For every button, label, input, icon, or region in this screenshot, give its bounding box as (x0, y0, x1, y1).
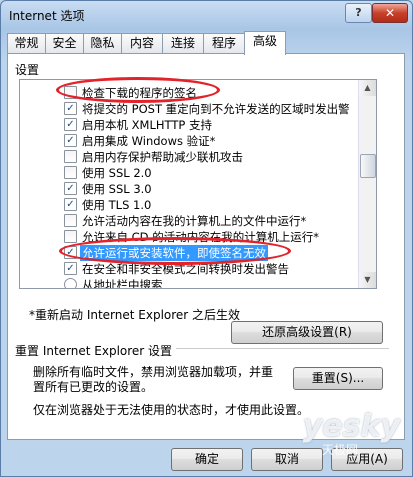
close-icon: ✕ (384, 6, 396, 20)
restore-advanced-button[interactable]: 还原高级设置(R) (231, 321, 383, 344)
list-item[interactable]: ✓ 启用本机 XMLHTTP 支持 (20, 116, 365, 132)
checkbox-checked[interactable]: ✓ (64, 198, 77, 211)
title-bar: Internet 选项 ? ✕ (1, 1, 412, 27)
reset-warning: 仅在浏览器处于无法使用的状态时，才使用此设置。 (33, 403, 310, 417)
scroll-thumb[interactable] (360, 154, 376, 178)
checkbox-checked[interactable]: ✓ (64, 262, 77, 275)
list-item-label: 将提交的 POST 重定向到不允许发送的区域时发出警 (82, 102, 350, 116)
cancel-button[interactable]: 取消 (251, 448, 323, 471)
ok-button[interactable]: 确定 (171, 448, 243, 471)
list-item[interactable]: 启用内存保护帮助减少联机攻击 (20, 148, 365, 164)
settings-label: 设置 (15, 63, 40, 77)
list-item[interactable]: ✓ 将提交的 POST 重定向到不允许发送的区域时发出警 (20, 100, 365, 116)
checkbox[interactable] (64, 230, 77, 243)
checkbox-checked[interactable]: ✓ (64, 118, 77, 131)
close-button[interactable]: ✕ (372, 3, 408, 23)
window-title: Internet 选项 (9, 9, 85, 23)
annotation-oval (56, 77, 220, 103)
list-item[interactable]: 允许活动内容在我的计算机上的文件中运行* (20, 212, 365, 228)
list-item-label: 从地址栏中搜索 (82, 278, 163, 289)
radio-button[interactable] (64, 278, 77, 288)
scroll-down-icon[interactable]: ▼ (359, 272, 376, 288)
list-item-label: 启用本机 XMLHTTP 支持 (82, 118, 212, 132)
list-item[interactable]: 使用 SSL 2.0 (20, 164, 365, 180)
reset-section-title: 重置 Internet Explorer 设置 (15, 342, 177, 359)
tab-security[interactable]: 安全 (45, 33, 84, 53)
list-item[interactable]: ✓ 使用 SSL 3.0 (20, 180, 365, 196)
reset-button[interactable]: 重置(S)... (293, 367, 383, 390)
list-item-label: 使用 TLS 1.0 (82, 198, 152, 212)
list-item[interactable]: 从地址栏中搜索 (20, 276, 365, 289)
checkbox-checked[interactable]: ✓ (64, 134, 77, 147)
list-item-label: 允许活动内容在我的计算机上的文件中运行* (82, 214, 307, 228)
checkbox[interactable] (64, 214, 77, 227)
scroll-up-icon[interactable]: ▲ (359, 80, 376, 96)
vertical-scrollbar[interactable]: ▲ ▼ (358, 80, 376, 288)
internet-options-dialog: Internet 选项 ? ✕ 常规 安全 隐私 内容 连接 程序 高级 设置 … (0, 0, 413, 477)
tab-advanced[interactable]: 高级 (244, 31, 286, 55)
list-item-label: 启用内存保护帮助减少联机攻击 (82, 150, 243, 164)
checkbox[interactable] (64, 166, 77, 179)
help-button[interactable]: ? (345, 3, 372, 23)
checkbox-checked[interactable]: ✓ (64, 182, 77, 195)
list-item-label: 使用 SSL 2.0 (82, 166, 152, 180)
checkbox[interactable] (64, 150, 77, 163)
list-item-label: 使用 SSL 3.0 (82, 182, 152, 196)
tab-content[interactable]: 内容 (121, 33, 163, 53)
tab-connections[interactable]: 连接 (162, 33, 204, 53)
annotation-oval (59, 237, 291, 265)
reset-description: 删除所有临时文件，禁用浏览器加载项，并重置所有已更改的设置。 (33, 365, 274, 394)
list-item[interactable]: ✓ 启用集成 Windows 验证* (20, 132, 365, 148)
tab-privacy[interactable]: 隐私 (83, 33, 122, 53)
list-item-label: 启用集成 Windows 验证* (82, 134, 216, 148)
tab-programs[interactable]: 程序 (203, 33, 245, 53)
yesky-watermark-logo: yesky (302, 409, 400, 444)
help-icon: ? (355, 6, 362, 19)
list-item[interactable]: ✓ 使用 TLS 1.0 (20, 196, 365, 212)
checkbox-checked[interactable]: ✓ (64, 102, 77, 115)
tab-general[interactable]: 常规 (7, 33, 46, 53)
watermark-subtitle: 天极网 (321, 443, 358, 457)
restart-note: *重新启动 Internet Explorer 之后生效 (29, 308, 241, 322)
